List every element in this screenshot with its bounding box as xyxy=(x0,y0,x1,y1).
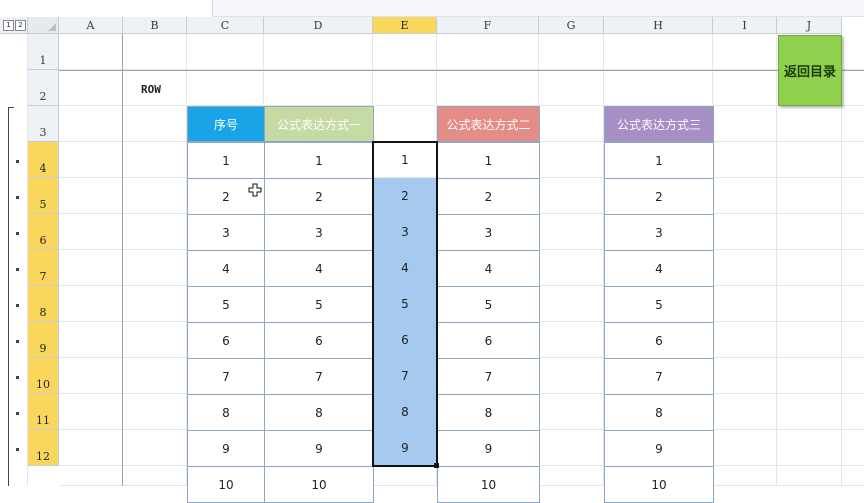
row-header-5[interactable]: 5 xyxy=(28,178,59,214)
row-header-4[interactable]: 4 xyxy=(28,142,59,178)
table2-cell[interactable]: 8 xyxy=(437,394,540,431)
outline-level-2-button[interactable]: 2 xyxy=(15,20,26,31)
outline-level-1-button[interactable]: 1 xyxy=(3,20,14,31)
outline-row-marker xyxy=(16,304,19,307)
row-header-6[interactable]: 6 xyxy=(28,214,59,250)
table2-cell[interactable]: 5 xyxy=(437,286,540,323)
row-header-12[interactable]: 12 xyxy=(28,430,59,466)
table1-seq-cell[interactable]: 3 xyxy=(187,214,265,251)
return-to-menu-button[interactable]: 返回目录 xyxy=(778,35,842,106)
outline-row-marker xyxy=(16,232,19,235)
table3-header: 公式表达方式三 xyxy=(604,106,714,142)
outline-row-marker xyxy=(16,196,19,199)
table1-seq-cell[interactable]: 5 xyxy=(187,286,265,323)
outline-row-marker xyxy=(16,412,19,415)
column-header-f[interactable]: F xyxy=(437,17,539,34)
table1-seq-cell[interactable]: 4 xyxy=(187,250,265,287)
row-header-7[interactable]: 7 xyxy=(28,250,59,286)
outline-gutter xyxy=(0,34,28,486)
section-label: ROW xyxy=(141,83,161,96)
table1-method1-cell[interactable]: 6 xyxy=(264,322,374,359)
table1-seq-cell[interactable]: 9 xyxy=(187,430,265,467)
outline-row-marker xyxy=(16,160,19,163)
column-header-e[interactable]: E xyxy=(373,17,437,34)
table3-cell[interactable]: 9 xyxy=(604,430,714,467)
table1-method1-cell[interactable]: 4 xyxy=(264,250,374,287)
table1-header-seq: 序号 xyxy=(187,106,265,142)
column-header-d[interactable]: D xyxy=(264,17,373,34)
table2-cell[interactable]: 2 xyxy=(437,178,540,215)
table1-seq-cell[interactable]: 7 xyxy=(187,358,265,395)
column-header-c[interactable]: C xyxy=(187,17,264,34)
table1-method1-cell[interactable]: 5 xyxy=(264,286,374,323)
table1-method1-cell[interactable]: 7 xyxy=(264,358,374,395)
column-header-i[interactable]: I xyxy=(713,17,777,34)
table1-method1-cell[interactable]: 2 xyxy=(264,178,374,215)
table3-cell[interactable]: 5 xyxy=(604,286,714,323)
freeze-pane-line xyxy=(59,70,864,71)
table1-header-method1: 公式表达方式一 xyxy=(264,106,374,142)
row-header-11[interactable]: 11 xyxy=(28,394,59,430)
outline-level-bar: 1 2 xyxy=(0,17,28,34)
table1-seq-cell[interactable]: 6 xyxy=(187,322,265,359)
table2-cell[interactable]: 6 xyxy=(437,322,540,359)
row-header-8[interactable]: 8 xyxy=(28,286,59,322)
mouse-cursor-icon xyxy=(248,183,262,197)
row-header-2[interactable]: 2 xyxy=(28,70,59,106)
table3-cell[interactable]: 6 xyxy=(604,322,714,359)
column-header-a[interactable]: A xyxy=(59,17,123,34)
column-header-g[interactable]: G xyxy=(539,17,604,34)
table3-cell[interactable]: 2 xyxy=(604,178,714,215)
gridline xyxy=(776,34,777,486)
outline-row-marker xyxy=(16,268,19,271)
table1-method1-cell[interactable]: 1 xyxy=(264,142,374,179)
row-header-3[interactable]: 3 xyxy=(28,106,59,142)
table3-cell[interactable]: 8 xyxy=(604,394,714,431)
row-header-1[interactable]: 1 xyxy=(28,34,59,70)
table2-cell[interactable]: 1 xyxy=(437,142,540,179)
table2-cell[interactable]: 4 xyxy=(437,250,540,287)
table2-header: 公式表达方式二 xyxy=(437,106,540,142)
formula-bar-strip xyxy=(0,0,864,17)
table3-cell[interactable]: 1 xyxy=(604,142,714,179)
table1-method1-cell[interactable]: 8 xyxy=(264,394,374,431)
outline-row-marker xyxy=(16,340,19,343)
table3-cell[interactable]: 3 xyxy=(604,214,714,251)
table3-cell[interactable]: 7 xyxy=(604,358,714,395)
table3-cell[interactable]: 4 xyxy=(604,250,714,287)
table1-seq-cell[interactable]: 1 xyxy=(187,142,265,179)
fill-handle[interactable] xyxy=(434,463,439,468)
outline-group-bracket[interactable] xyxy=(8,107,14,486)
column-header-b[interactable]: B xyxy=(123,17,187,34)
table3-cell[interactable]: 10 xyxy=(604,466,714,503)
column-header-h[interactable]: H xyxy=(604,17,713,34)
outline-row-marker xyxy=(16,376,19,379)
table2-cell[interactable]: 9 xyxy=(437,430,540,467)
row-header-10[interactable]: 10 xyxy=(28,358,59,394)
selection-border xyxy=(372,141,438,467)
table1-method1-cell[interactable]: 10 xyxy=(264,466,374,503)
table1-seq-cell[interactable]: 10 xyxy=(187,466,265,503)
table1-seq-cell[interactable]: 8 xyxy=(187,394,265,431)
column-header-j[interactable]: J xyxy=(777,17,842,34)
table2-cell[interactable]: 3 xyxy=(437,214,540,251)
table2-cell[interactable]: 10 xyxy=(437,466,540,503)
freeze-pane-line xyxy=(122,34,123,486)
table1-method1-cell[interactable]: 9 xyxy=(264,430,374,467)
row-header-9[interactable]: 9 xyxy=(28,322,59,358)
table1-method1-cell[interactable]: 3 xyxy=(264,214,374,251)
outline-row-marker xyxy=(16,448,19,451)
table2-cell[interactable]: 7 xyxy=(437,358,540,395)
select-all-corner[interactable] xyxy=(28,17,59,34)
